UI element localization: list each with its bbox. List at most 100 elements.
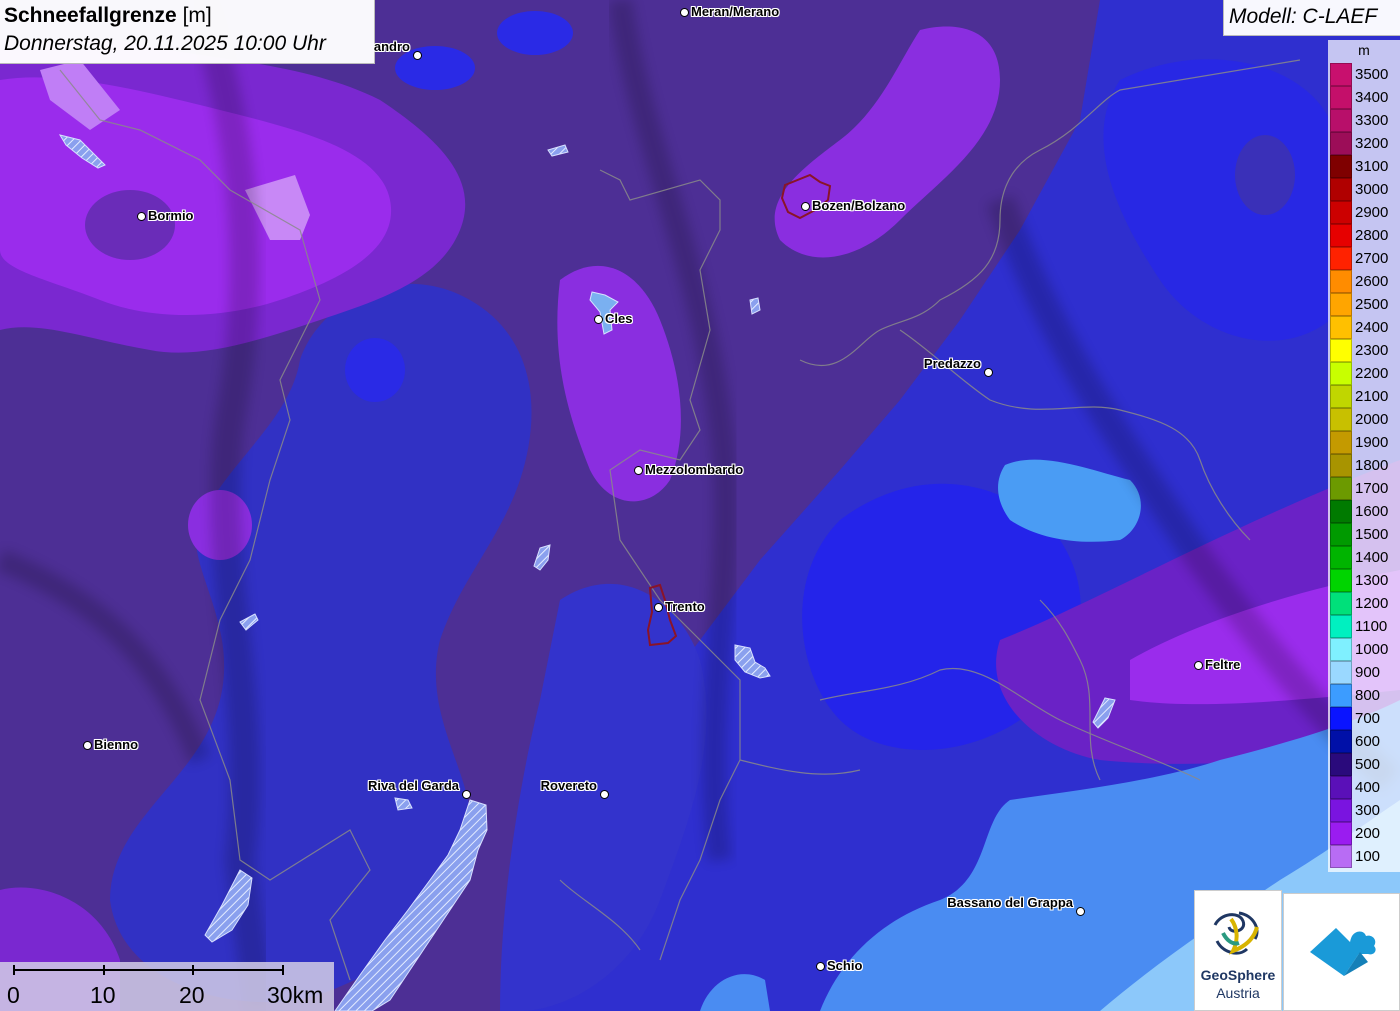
legend-label: 1700	[1355, 480, 1389, 497]
city-marker-icon	[413, 51, 422, 60]
map-title-box: Schneefallgrenze [m] Donnerstag, 20.11.2…	[0, 0, 375, 64]
scale-tick-label: 10	[90, 982, 116, 1008]
city-marker-icon	[462, 790, 471, 799]
legend-entry: 2900	[1328, 201, 1400, 224]
legend-entry: 1600	[1328, 500, 1400, 523]
legend-swatch	[1330, 86, 1352, 109]
scale-tick-label: 20	[179, 982, 205, 1008]
legend-label: 3000	[1355, 181, 1389, 198]
legend-label: 1400	[1355, 549, 1389, 566]
legend-swatch	[1330, 316, 1352, 339]
legend-swatch	[1330, 293, 1352, 316]
legend-swatch	[1330, 661, 1352, 684]
legend-label: 2000	[1355, 411, 1389, 428]
legend-label: 2400	[1355, 319, 1389, 336]
legend-label: 1600	[1355, 503, 1389, 520]
geosphere-sub: Austria	[1216, 985, 1260, 1001]
legend-swatch	[1330, 822, 1352, 845]
legend-entry: 2500	[1328, 293, 1400, 316]
legend-label: 2100	[1355, 388, 1389, 405]
city-label: Mezzolombardo	[645, 462, 744, 477]
legend-label: 3400	[1355, 89, 1389, 106]
city-label: Predazzo	[923, 356, 981, 371]
legend-entry: 3500	[1328, 63, 1400, 86]
legend-entry: 2400	[1328, 316, 1400, 339]
legend-entry: 500	[1328, 753, 1400, 776]
map-title-variable: Schneefallgrenze	[4, 4, 177, 27]
legend-label: 1900	[1355, 434, 1389, 451]
legend-label: 500	[1355, 756, 1381, 773]
legend-label: 3300	[1355, 112, 1389, 129]
legend-swatch	[1330, 684, 1352, 707]
city-label: Bormio	[148, 208, 194, 223]
legend-label: 1000	[1355, 641, 1389, 658]
snow-mountain-icon	[1310, 928, 1376, 976]
legend-entry: 2700	[1328, 247, 1400, 270]
legend-label: 800	[1355, 687, 1381, 704]
legend-swatch	[1330, 776, 1352, 799]
map-valid-time: Donnerstag, 20.11.2025 10:00 Uhr	[4, 32, 326, 55]
scale-tick-label: 0	[7, 982, 20, 1008]
legend-swatch	[1330, 730, 1352, 753]
legend-entry: 2200	[1328, 362, 1400, 385]
map-title-unit: [m]	[182, 4, 212, 27]
legend-swatch	[1330, 707, 1352, 730]
legend-label: 1300	[1355, 572, 1389, 589]
city-marker-icon	[801, 202, 810, 211]
city-marker-icon	[984, 368, 993, 377]
legend-entry: 1400	[1328, 546, 1400, 569]
weather-app-logo[interactable]	[1283, 893, 1400, 1011]
legend-entry: 3300	[1328, 109, 1400, 132]
legend-entry: 200	[1328, 822, 1400, 845]
city-label: Cles	[605, 311, 633, 326]
city-label: Bienno	[94, 737, 139, 752]
legend-swatch	[1330, 270, 1352, 293]
legend-entry: 2300	[1328, 339, 1400, 362]
legend-label: 3500	[1355, 66, 1389, 83]
geosphere-name: GeoSphere	[1200, 967, 1276, 983]
legend-swatch	[1330, 638, 1352, 661]
legend-unit: m	[1358, 42, 1370, 58]
legend-swatch	[1330, 523, 1352, 546]
city-marker-icon	[816, 962, 825, 971]
legend-label: 700	[1355, 710, 1381, 727]
legend-swatch	[1330, 339, 1352, 362]
snowfall-line-map-layer[interactable]	[0, 0, 1400, 1011]
legend-swatch	[1330, 247, 1352, 270]
legend-entry: 2000	[1328, 408, 1400, 431]
legend-swatch	[1330, 178, 1352, 201]
geosphere-mark-icon	[1213, 911, 1259, 955]
city-marker-icon	[634, 466, 643, 475]
geosphere-austria-logo[interactable]: GeoSphere Austria	[1194, 890, 1282, 1011]
city-label: Bassano del Grappa	[947, 895, 1073, 910]
legend-swatch	[1330, 362, 1352, 385]
legend-label: 1200	[1355, 595, 1389, 612]
city-marker-icon	[137, 212, 146, 221]
legend-entry: 1300	[1328, 569, 1400, 592]
legend-entry: 1800	[1328, 454, 1400, 477]
legend-entry: 1000	[1328, 638, 1400, 661]
legend-entry: 600	[1328, 730, 1400, 753]
legend-label: 1500	[1355, 526, 1389, 543]
legend-label: 300	[1355, 802, 1381, 819]
city-marker-icon	[680, 8, 689, 17]
city-label: andro	[373, 39, 410, 54]
legend-entry: 1900	[1328, 431, 1400, 454]
scale-bar: 0 10 20 30km	[0, 962, 334, 1011]
weather-map[interactable]: Schneefallgrenze [m] Donnerstag, 20.11.2…	[0, 0, 1400, 1011]
legend-entry: 300	[1328, 799, 1400, 822]
legend-entry: 400	[1328, 776, 1400, 799]
legend-swatch	[1330, 500, 1352, 523]
legend-entry: 900	[1328, 661, 1400, 684]
legend-entry: 2800	[1328, 224, 1400, 247]
legend-swatch	[1330, 408, 1352, 431]
legend-swatch	[1330, 477, 1352, 500]
legend-label: 2500	[1355, 296, 1389, 313]
legend-label: 2700	[1355, 250, 1389, 267]
zone-700m-spot-4	[1235, 135, 1295, 215]
model-label: Modell: C-LAEF	[1229, 5, 1378, 28]
city-label: Schio	[827, 958, 863, 973]
legend-entry: 1700	[1328, 477, 1400, 500]
legend-swatch	[1330, 592, 1352, 615]
legend-entry: 800	[1328, 684, 1400, 707]
